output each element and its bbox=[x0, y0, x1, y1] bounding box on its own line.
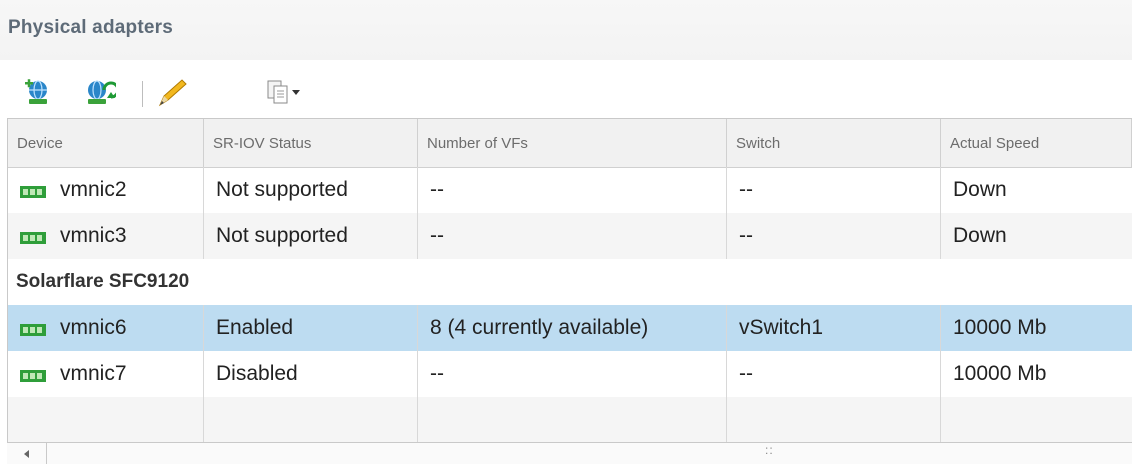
column-header-actual-speed[interactable]: Actual Speed bbox=[941, 119, 1132, 167]
add-networking-icon bbox=[25, 79, 47, 104]
edit-button[interactable] bbox=[156, 78, 188, 108]
sriov-status-cell: Enabled bbox=[204, 305, 418, 351]
vfs-cell: -- bbox=[418, 167, 727, 213]
empty-cell bbox=[941, 397, 1132, 443]
speed-cell: Down bbox=[953, 178, 1007, 201]
network-adapter-icon bbox=[20, 366, 46, 382]
copy-menu-button[interactable] bbox=[262, 78, 308, 108]
device-name: vmnic6 bbox=[60, 316, 127, 339]
speed-cell: 10000 Mb bbox=[953, 316, 1047, 339]
column-header-sriov-status[interactable]: SR-IOV Status bbox=[204, 119, 418, 167]
add-networking-button[interactable] bbox=[22, 78, 54, 108]
toolbar-separator bbox=[142, 81, 143, 107]
group-header-row[interactable]: Solarflare SFC9120 bbox=[8, 259, 1132, 305]
group-label: Solarflare SFC9120 bbox=[16, 271, 190, 292]
table-row[interactable]: vmnic7 Disabled -- -- 10000 Mb bbox=[8, 351, 1132, 397]
device-name: vmnic2 bbox=[60, 178, 127, 201]
device-cell: vmnic7 bbox=[8, 351, 204, 397]
sriov-status-cell: Not supported bbox=[204, 167, 418, 213]
table-header: Device SR-IOV Status Number of VFs Switc… bbox=[8, 119, 1132, 168]
device-cell: vmnic2 bbox=[8, 167, 204, 213]
adapters-table: Device SR-IOV Status Number of VFs Switc… bbox=[7, 118, 1132, 464]
speed-cell: 10000 Mb bbox=[953, 362, 1047, 385]
empty-cell bbox=[727, 397, 941, 443]
dropdown-arrow-icon bbox=[292, 90, 300, 95]
empty-cell bbox=[418, 397, 727, 443]
speed-cell: Down bbox=[953, 224, 1007, 247]
device-name: vmnic3 bbox=[60, 224, 127, 247]
refresh-button[interactable] bbox=[84, 78, 120, 108]
edit-icon bbox=[158, 79, 187, 107]
network-adapter-icon bbox=[20, 320, 46, 336]
table-row[interactable]: vmnic3 Not supported -- -- Down bbox=[8, 213, 1132, 259]
empty-cell bbox=[8, 397, 204, 443]
resize-grip-icon[interactable]: :: bbox=[765, 444, 774, 456]
vfs-cell: 8 (4 currently available) bbox=[418, 305, 727, 351]
toolbar bbox=[0, 72, 1132, 114]
device-cell: vmnic3 bbox=[8, 213, 204, 259]
sriov-status-cell: Disabled bbox=[204, 351, 418, 397]
table-row-selected[interactable]: vmnic6 Enabled 8 (4 currently available)… bbox=[8, 305, 1132, 351]
scroll-left-button[interactable] bbox=[7, 443, 47, 464]
sriov-status-cell: Not supported bbox=[204, 213, 418, 259]
panel-title: Physical adapters bbox=[8, 17, 173, 38]
refresh-icon bbox=[88, 80, 120, 104]
device-name: vmnic7 bbox=[60, 362, 127, 385]
switch-cell: -- bbox=[727, 351, 941, 397]
table-row[interactable]: vmnic2 Not supported -- -- Down bbox=[8, 167, 1132, 213]
column-header-number-of-vfs[interactable]: Number of VFs bbox=[418, 119, 727, 167]
horizontal-scrollbar[interactable]: :: bbox=[7, 442, 1132, 464]
switch-cell: -- bbox=[727, 167, 941, 213]
column-header-device[interactable]: Device bbox=[8, 119, 204, 167]
panel-header: Physical adapters bbox=[0, 0, 1132, 60]
vfs-cell: -- bbox=[418, 213, 727, 259]
empty-cell bbox=[204, 397, 418, 443]
switch-cell: -- bbox=[727, 213, 941, 259]
vfs-cell: -- bbox=[418, 351, 727, 397]
network-adapter-icon bbox=[20, 228, 46, 244]
column-header-switch[interactable]: Switch bbox=[727, 119, 941, 167]
empty-row bbox=[8, 397, 1132, 443]
switch-cell: vSwitch1 bbox=[727, 305, 941, 351]
network-adapter-icon bbox=[20, 182, 46, 198]
copy-icon bbox=[267, 80, 300, 104]
device-cell: vmnic6 bbox=[8, 305, 204, 351]
arrow-left-icon bbox=[23, 449, 29, 458]
